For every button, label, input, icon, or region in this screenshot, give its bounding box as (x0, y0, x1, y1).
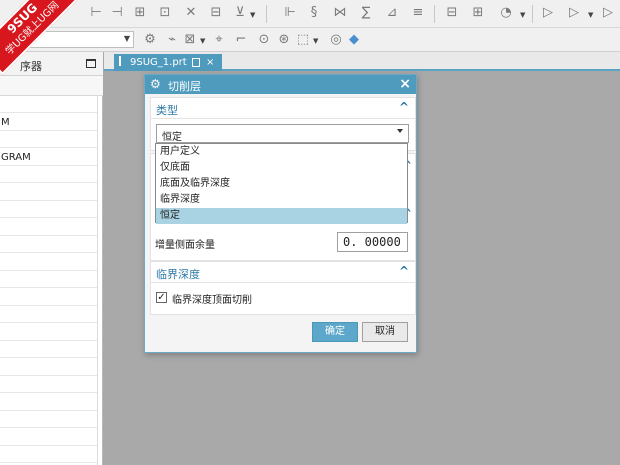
filter-icon[interactable]: ⚙ (142, 32, 158, 48)
chart-icon[interactable]: ⊿ (384, 5, 400, 21)
toolbar-divider (266, 5, 267, 23)
tab-part-file[interactable]: 9SUG_1.prt × (114, 54, 222, 71)
table-row[interactable]: GRAM (0, 149, 97, 166)
mirror-icon[interactable]: ⋈ (332, 5, 348, 21)
close-icon[interactable]: × (399, 75, 411, 94)
trim-icon[interactable]: ⊢ (88, 5, 104, 21)
table-row[interactable] (0, 184, 97, 201)
column-divider (97, 96, 98, 465)
select-value: 恒定 (162, 132, 182, 143)
table-row[interactable] (0, 254, 97, 271)
increment-label: 增量侧面余量 (155, 240, 215, 251)
copy-icon[interactable]: ⊟ (208, 5, 224, 21)
maximize-icon[interactable] (86, 59, 96, 68)
cube-icon[interactable]: ◆ (346, 32, 362, 48)
box-select-icon[interactable]: ⬚ (295, 32, 311, 48)
rotate-icon[interactable]: ⊛ (276, 32, 292, 48)
toolbar-divider (532, 5, 533, 23)
table-row[interactable] (0, 96, 97, 113)
document-icon[interactable]: ⊟ (444, 5, 460, 21)
circle-icon[interactable]: ⊙ (256, 32, 272, 48)
pin-icon (119, 56, 124, 66)
chevron-down-icon[interactable]: ▼ (313, 37, 318, 45)
document-icon (192, 58, 200, 67)
pattern-icon[interactable]: ⊻ (232, 5, 248, 21)
navigator-title: 序器 (20, 60, 42, 73)
chevron-down-icon[interactable]: ▼ (520, 11, 525, 19)
table-row[interactable] (0, 411, 97, 428)
offset-icon[interactable]: ⊡ (157, 5, 173, 21)
table-row[interactable] (0, 306, 97, 323)
toolbar-divider (434, 5, 435, 23)
section-title: 类型 (156, 104, 178, 117)
snap-icon[interactable]: ⌁ (164, 32, 180, 48)
flag-icon[interactable]: ▷ (540, 5, 556, 21)
table-row[interactable] (0, 236, 97, 253)
table-row[interactable] (0, 376, 97, 393)
critical-section: 临界深度 ^ (150, 261, 416, 315)
delete-icon[interactable]: ✕ (183, 5, 199, 21)
type-select[interactable]: 恒定 (156, 124, 409, 143)
table-row[interactable] (0, 359, 97, 376)
ok-button[interactable]: 确定 (312, 322, 358, 342)
dialog-titlebar[interactable]: ⚙ 切削层 × (145, 75, 416, 94)
critical-section-header[interactable]: 临界深度 ^ (151, 262, 415, 283)
chevron-down-icon[interactable]: ▼ (200, 37, 205, 45)
dropdown-option[interactable]: 用户定义 (156, 144, 407, 160)
increment-input[interactable]: 0. 00000 (337, 232, 408, 252)
close-icon[interactable]: × (206, 54, 214, 71)
cancel-button[interactable]: 取消 (362, 322, 408, 342)
dialog-title: 切削层 (168, 80, 201, 93)
chevron-up-icon[interactable]: ^ (399, 264, 409, 278)
table-row[interactable]: M (0, 114, 97, 131)
table-row[interactable] (0, 219, 97, 236)
report-icon[interactable]: ⊞ (470, 5, 486, 21)
table-row[interactable] (0, 131, 97, 148)
view-icon[interactable]: ◎ (328, 32, 344, 48)
critical-depth-checkbox[interactable]: ✓ (156, 292, 167, 303)
section-title: 临界深度 (156, 268, 200, 281)
align-icon[interactable]: ⊩ (282, 5, 298, 21)
chevron-down-icon[interactable]: ▼ (250, 11, 255, 19)
navigator-column-header[interactable] (0, 76, 103, 96)
document-tabbar: 9SUG_1.prt × (104, 52, 620, 71)
main-toolbar: ⊢ ⊣ ⊞ ⊡ ✕ ⊟ ⊻ ▼ ⊩ § ⋈ ∑ ⊿ ≡ ⊟ ⊞ ◔ ▼ ▷ ▷ … (0, 0, 620, 28)
analysis-icon[interactable]: ∑ (358, 5, 374, 21)
table-row[interactable] (0, 341, 97, 358)
point-icon[interactable]: ⊠ (182, 32, 198, 48)
table-row[interactable] (0, 289, 97, 306)
checkbox-label: 临界深度顶面切削 (172, 295, 252, 306)
chevron-down-icon (397, 129, 403, 133)
dropdown-option[interactable]: 底面及临界深度 (156, 176, 407, 192)
type-dropdown-list: 用户定义 仅底面 底面及临界深度 临界深度 恒定 (155, 143, 408, 224)
type-section-header[interactable]: 类型 ^ (151, 98, 415, 119)
dropdown-option[interactable]: 仅底面 (156, 160, 407, 176)
table-row[interactable] (0, 201, 97, 218)
cursor-icon[interactable]: ▷ (566, 5, 582, 21)
table-row[interactable] (0, 394, 97, 411)
list-icon[interactable]: ≡ (410, 5, 426, 21)
chevron-down-icon: ▼ (123, 34, 130, 43)
table-row[interactable] (0, 271, 97, 288)
gear-icon[interactable]: ⚙ (150, 76, 161, 93)
clock-icon[interactable]: ◔ (498, 5, 514, 21)
table-row[interactable] (0, 446, 97, 463)
chevron-up-icon[interactable]: ^ (399, 100, 409, 114)
table-row[interactable] (0, 429, 97, 446)
table-row[interactable] (0, 324, 97, 341)
split-icon[interactable]: ⊞ (132, 5, 148, 21)
chevron-down-icon[interactable]: ▼ (588, 11, 593, 19)
extend-icon[interactable]: ⊣ (109, 5, 125, 21)
operation-navigator: 序器 M GRAM (0, 52, 103, 465)
select-icon[interactable]: ▷ (600, 5, 616, 21)
snap-point-icon[interactable]: ⌖ (211, 32, 227, 48)
table-row[interactable] (0, 166, 97, 183)
number-icon[interactable]: § (306, 5, 322, 21)
dropdown-option[interactable]: 临界深度 (156, 192, 407, 208)
tab-label: 9SUG_1.prt (130, 57, 187, 68)
snap-end-icon[interactable]: ⌐ (233, 32, 249, 48)
dropdown-option[interactable]: 恒定 (156, 208, 407, 224)
